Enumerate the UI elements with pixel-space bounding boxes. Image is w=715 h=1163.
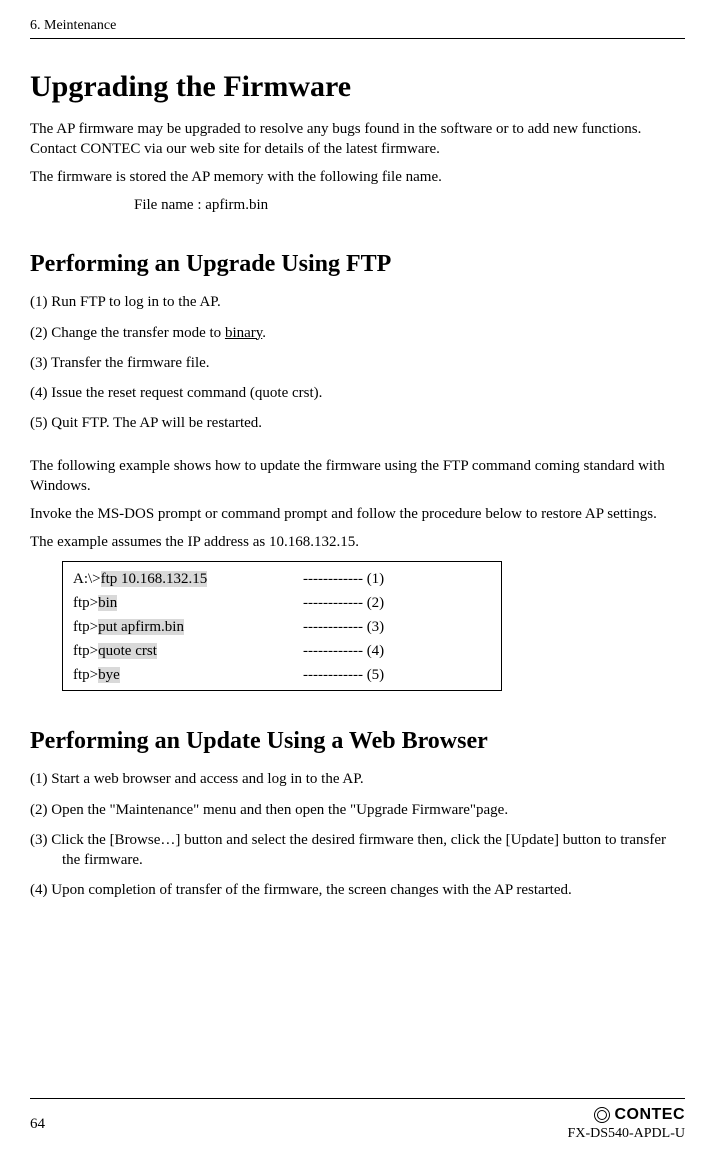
model-number: FX-DS540-APDL-U <box>568 1126 685 1143</box>
web-step-2: (2) Open the "Maintenance" menu and then… <box>30 800 685 820</box>
web-step-4: (4) Upon completion of transfer of the f… <box>30 880 685 900</box>
ftp-step-1: (1) Run FTP to log in to the AP. <box>30 292 685 312</box>
cmd-marker: ------------ (1) <box>303 570 384 588</box>
ftp-step-2: (2) Change the transfer mode to binary. <box>30 323 685 343</box>
cmd-row-4: ftp>quote crst ------------ (4) <box>73 642 491 660</box>
logo-mark-icon <box>594 1107 610 1123</box>
brand-logo: CONTEC <box>568 1105 685 1124</box>
ftp-step-5: (5) Quit FTP. The AP will be restarted. <box>30 413 685 433</box>
cmd-marker: ------------ (4) <box>303 642 384 660</box>
web-step-1: (1) Start a web browser and access and l… <box>30 769 685 789</box>
cmd-highlight: bin <box>98 595 117 611</box>
footer-rule <box>30 1098 685 1099</box>
ftp-note-3: The example assumes the IP address as 10… <box>30 532 685 552</box>
web-heading: Performing an Update Using a Web Browser <box>30 727 685 756</box>
cmd-marker: ------------ (2) <box>303 594 384 612</box>
brand-name: CONTEC <box>614 1105 685 1124</box>
cmd-row-3: ftp>put apfirm.bin ------------ (3) <box>73 618 491 636</box>
file-name-line: File name : apfirm.bin <box>134 196 685 214</box>
page-number: 64 <box>30 1115 45 1133</box>
page-title: Upgrading the Firmware <box>30 69 685 105</box>
chapter-header: 6. Meintenance <box>30 18 685 35</box>
ftp-step-2-underline: binary <box>225 325 262 341</box>
cmd-prefix: ftp> <box>73 595 98 611</box>
intro-p2: The firmware is stored the AP memory wit… <box>30 167 685 187</box>
cmd-prefix: ftp> <box>73 619 98 635</box>
ftp-step-3: (3) Transfer the firmware file. <box>30 353 685 373</box>
cmd-highlight: put apfirm.bin <box>98 619 184 635</box>
cmd-prefix: A:\> <box>73 571 101 587</box>
cmd-prefix: ftp> <box>73 667 98 683</box>
footer: 64 CONTEC FX-DS540-APDL-U <box>30 1098 685 1143</box>
ftp-step-2-b: . <box>262 325 266 341</box>
intro-p1: The AP firmware may be upgraded to resol… <box>30 119 685 160</box>
ftp-note-2: Invoke the MS-DOS prompt or command prom… <box>30 504 685 524</box>
web-step-3: (3) Click the [Browse…] button and selec… <box>30 830 685 871</box>
cmd-marker: ------------ (3) <box>303 618 384 636</box>
cmd-row-2: ftp>bin ------------ (2) <box>73 594 491 612</box>
header-rule <box>30 38 685 39</box>
ftp-step-2-a: (2) Change the transfer mode to <box>30 325 225 341</box>
cmd-row-5: ftp>bye ------------ (5) <box>73 666 491 684</box>
command-example-box: A:\>ftp 10.168.132.15 ------------ (1) f… <box>62 561 502 691</box>
cmd-marker: ------------ (5) <box>303 666 384 684</box>
ftp-note-1: The following example shows how to updat… <box>30 456 685 497</box>
cmd-row-1: A:\>ftp 10.168.132.15 ------------ (1) <box>73 570 491 588</box>
ftp-step-4: (4) Issue the reset request command (quo… <box>30 383 685 403</box>
cmd-highlight: quote crst <box>98 643 157 659</box>
cmd-prefix: ftp> <box>73 643 98 659</box>
ftp-heading: Performing an Upgrade Using FTP <box>30 250 685 279</box>
cmd-highlight: bye <box>98 667 120 683</box>
cmd-highlight: ftp 10.168.132.15 <box>101 571 208 587</box>
